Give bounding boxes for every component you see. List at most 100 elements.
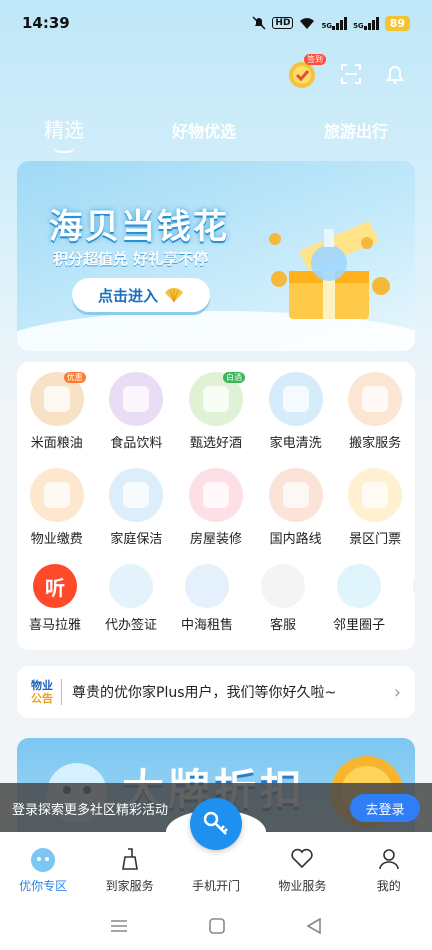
tab-goods[interactable]: 好物优选 — [172, 114, 236, 153]
service-label: 米面粮油 — [30, 436, 83, 451]
system-nav-bar — [0, 902, 432, 950]
services-row3: 听喜马拉雅代办签证中海租售客服邻里圈子报事 — [17, 564, 415, 646]
service-item[interactable]: 食品饮料 — [97, 372, 177, 468]
service-item[interactable]: 邻里圈子 — [321, 564, 397, 646]
icon-mark: 听 — [45, 575, 65, 600]
ximalaya-icon: 听 — [33, 564, 77, 608]
sofa-icon — [188, 468, 243, 522]
services-card: 优惠 米面粮油 食品饮料 白酒 甄选好酒 家电清洗 搬家服务 物业缴费 家庭保洁 房屋装修 国内路线… — [17, 362, 415, 650]
service-item[interactable]: 搬家服务 — [335, 372, 415, 468]
notice-logo: 物业 公告 — [31, 679, 62, 705]
service-tag: 白酒 — [222, 372, 245, 383]
checkin-medal[interactable]: 签到 — [286, 54, 326, 90]
tab-selected[interactable]: 精选 — [44, 114, 84, 153]
mascot-icon — [337, 564, 381, 608]
service-label: 家电清洗 — [269, 436, 322, 451]
service-item[interactable]: 优惠米面粮油 — [17, 372, 97, 468]
banner-subtitle: 积分超值兑 好礼享不停 — [53, 250, 209, 268]
mute-bell-icon — [252, 16, 266, 30]
washing-machine-icon — [268, 372, 323, 426]
nav-property[interactable]: 物业服务 — [262, 845, 342, 894]
tab-indicator — [52, 145, 75, 153]
open-door-button[interactable] — [190, 798, 242, 850]
icon-glyph — [362, 386, 389, 412]
tab-travel[interactable]: 旅游出行 — [324, 114, 388, 153]
service-label: 邻里圈子 — [332, 618, 385, 633]
enter-button[interactable]: 点击进入 — [72, 278, 210, 312]
promo-banner-shells[interactable]: 海贝当钱花 积分超值兑 好礼享不停 点击进入 — [17, 161, 415, 351]
home-square-icon[interactable] — [209, 918, 225, 934]
service-item[interactable]: 代办签证 — [93, 564, 169, 646]
service-label: 客服 — [269, 618, 296, 633]
service-tag: 优惠 — [63, 372, 86, 383]
signal-5g-1: 5G — [321, 16, 348, 30]
back-triangle-icon[interactable] — [306, 918, 322, 934]
service-label: 国内路线 — [269, 532, 322, 547]
service-item[interactable]: 家庭保洁 — [97, 468, 177, 564]
icon-glyph — [362, 482, 389, 508]
status-time: 14:39 — [22, 14, 70, 32]
service-item[interactable]: 中海租售 — [169, 564, 245, 646]
scan-icon[interactable] — [340, 63, 362, 85]
wifi-icon — [300, 17, 315, 29]
toast-text: 登录探索更多社区精彩活动 — [12, 802, 169, 818]
banner-title: 海贝当钱花 — [49, 207, 229, 247]
heart-icon — [291, 848, 314, 869]
key-icon — [203, 811, 228, 835]
notice-text: 尊贵的优你家Plus用户，我们等你好久啦~ — [72, 685, 337, 701]
service-item[interactable]: 白酒甄选好酒 — [176, 372, 256, 468]
signal-5g-2: 5G — [353, 16, 379, 30]
icon-glyph — [282, 482, 309, 508]
icon-glyph — [43, 482, 70, 508]
mascot-face-icon — [31, 848, 56, 872]
nav-open-door[interactable]: 手机开门 — [176, 845, 256, 894]
service-label: 食品饮料 — [110, 436, 163, 451]
service-item[interactable]: 房屋装修 — [176, 468, 256, 564]
noodles-icon — [109, 372, 164, 426]
moving-truck-icon — [348, 372, 403, 426]
nav-home-service[interactable]: 到家服务 — [90, 845, 170, 894]
icon-glyph — [202, 386, 229, 412]
report-icon — [413, 564, 415, 608]
icon-glyph — [123, 386, 150, 412]
user-icon — [378, 849, 399, 870]
passport-icon — [109, 564, 153, 608]
notice-bar[interactable]: 物业 公告 尊贵的优你家Plus用户，我们等你好久啦~ › — [17, 666, 415, 718]
service-label: 甄选好酒 — [189, 436, 242, 451]
service-item[interactable]: 国内路线 — [256, 468, 336, 564]
nav-zone[interactable]: 优你专区 — [3, 845, 83, 894]
service-label: 房屋装修 — [189, 532, 242, 547]
wine-bottle-icon: 白酒 — [188, 372, 245, 426]
broom-icon — [121, 848, 138, 870]
hd-indicator: HD — [272, 17, 294, 29]
battery-indicator: 89 — [384, 15, 410, 31]
service-label: 代办签证 — [104, 618, 157, 633]
header-actions: 签到 — [286, 54, 406, 90]
gift-box-icon — [269, 221, 390, 319]
service-item[interactable]: 听喜马拉雅 — [17, 564, 93, 646]
login-button[interactable]: 去登录 — [350, 794, 420, 822]
shell-icon — [165, 287, 183, 303]
customer-service-icon — [261, 564, 305, 608]
checkin-badge: 签到 — [304, 54, 326, 65]
house-icon — [185, 564, 229, 608]
service-item[interactable]: 物业缴费 — [17, 468, 97, 564]
bell-icon[interactable] — [384, 63, 406, 85]
icon-glyph — [123, 482, 150, 508]
chevron-right-icon: › — [393, 681, 401, 703]
service-item[interactable]: 报事 — [397, 564, 415, 646]
service-label: 家庭保洁 — [110, 532, 163, 547]
service-label: 物业缴费 — [30, 532, 83, 547]
service-item[interactable]: 家电清洗 — [256, 372, 336, 468]
cleaning-bucket-icon — [109, 468, 164, 522]
beach-icon — [348, 468, 403, 522]
service-label: 喜马拉雅 — [28, 618, 81, 633]
service-item[interactable]: 景区门票 — [335, 468, 415, 564]
rice-oil-icon: 优惠 — [29, 372, 86, 426]
nav-mine[interactable]: 我的 — [349, 845, 429, 894]
icon-glyph — [202, 482, 229, 508]
property-fee-icon — [29, 468, 84, 522]
menu-icon[interactable] — [110, 919, 128, 933]
temple-icon — [268, 468, 323, 522]
service-item[interactable]: 客服 — [245, 564, 321, 646]
